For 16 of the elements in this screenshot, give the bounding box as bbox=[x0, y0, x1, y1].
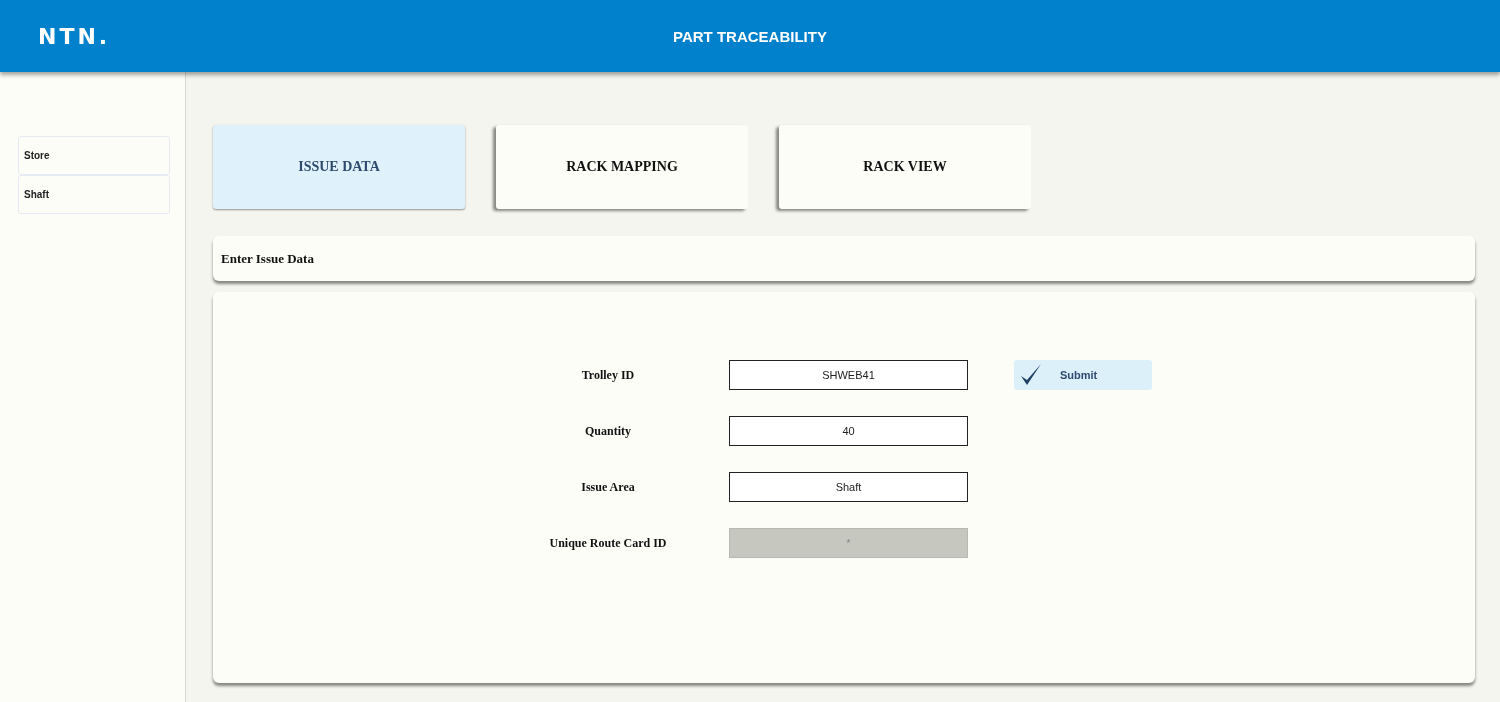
input-field[interactable]: Shaft bbox=[729, 472, 968, 502]
field-label: Trolley ID bbox=[581, 367, 635, 383]
input-field[interactable]: 40 bbox=[729, 416, 968, 446]
field-label: Quantity bbox=[585, 423, 631, 439]
tab[interactable]: RACK MAPPING bbox=[496, 125, 748, 209]
tab[interactable]: RACK VIEW bbox=[779, 125, 1031, 209]
input-field[interactable]: SHWEB41 bbox=[729, 360, 968, 390]
field-label: Issue Area bbox=[581, 479, 635, 495]
sidebar-item[interactable]: Shaft bbox=[18, 175, 170, 214]
submit-button[interactable]: Submit bbox=[1014, 360, 1152, 390]
sidebar-item[interactable]: Store bbox=[18, 136, 170, 175]
section-title: Enter Issue Data bbox=[221, 250, 314, 267]
tab[interactable]: ISSUE DATA bbox=[213, 125, 465, 209]
logo: NTN. bbox=[38, 23, 111, 49]
page-title: PART TRACEABILITY bbox=[673, 27, 827, 45]
field-label: Unique Route Card ID bbox=[549, 535, 667, 551]
